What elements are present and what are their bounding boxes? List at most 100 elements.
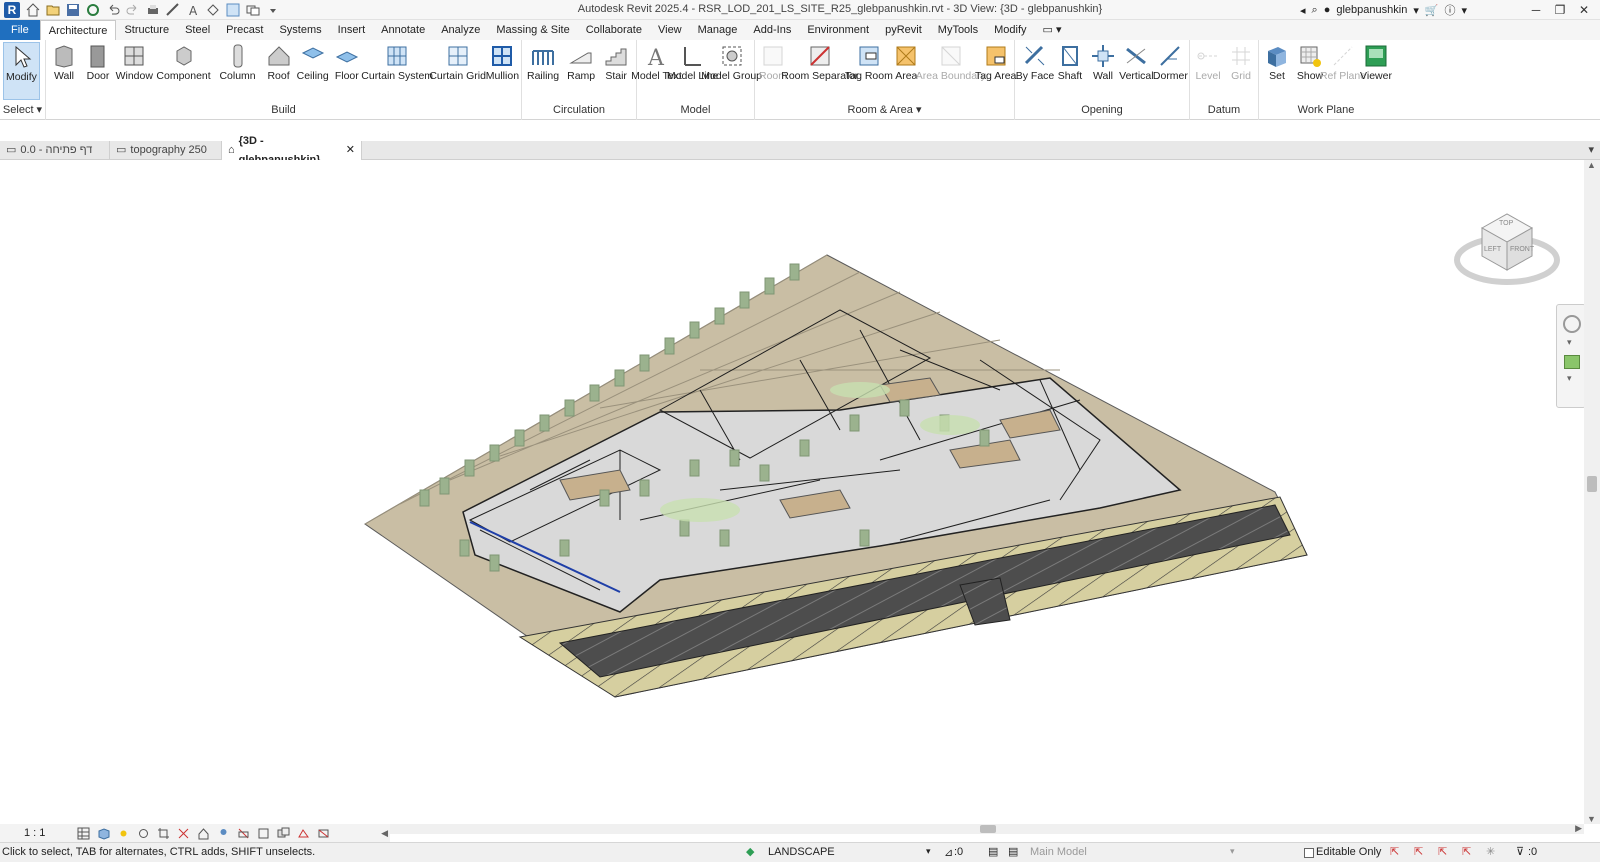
- roof-button[interactable]: Roof: [264, 42, 294, 100]
- level-button[interactable]: Level: [1193, 42, 1223, 100]
- vertical-scrollbar[interactable]: ▲ ▼: [1584, 160, 1600, 824]
- horizontal-scrollbar[interactable]: ▶: [390, 823, 1584, 834]
- user-icon[interactable]: ●: [1324, 4, 1331, 16]
- ramp-button[interactable]: Ramp: [565, 42, 597, 100]
- tab-architecture[interactable]: Architecture: [39, 20, 117, 40]
- ceiling-button[interactable]: Ceiling: [297, 42, 329, 100]
- minimize-icon[interactable]: ─: [1524, 0, 1548, 20]
- tab-environment[interactable]: Environment: [799, 20, 877, 40]
- view-tab-start-page[interactable]: ▭ דף פתיחה - 0.0: [0, 141, 110, 160]
- 3d-viewport[interactable]: TOP LEFT FRONT: [0, 160, 1584, 824]
- reveal-hidden-icon[interactable]: [235, 826, 251, 840]
- tab-manage[interactable]: Manage: [690, 20, 746, 40]
- select-by-face-icon[interactable]: ⇱: [1462, 845, 1471, 858]
- home-icon[interactable]: [24, 2, 41, 18]
- close-icon[interactable]: ✕: [1572, 0, 1596, 20]
- component-button[interactable]: Component: [156, 42, 212, 100]
- tab-view[interactable]: View: [650, 20, 690, 40]
- door-button[interactable]: Door: [83, 42, 113, 100]
- view-tab-3d[interactable]: ⌂{3D - glebpanushkin}✕: [222, 135, 362, 166]
- save-icon[interactable]: [64, 2, 81, 18]
- modify-button[interactable]: Modify: [3, 42, 40, 100]
- tab-pyrevit[interactable]: pyRevit: [877, 20, 930, 40]
- view-cube[interactable]: TOP LEFT FRONT: [1452, 200, 1562, 292]
- prev-arrow-icon[interactable]: ◂: [1300, 4, 1306, 17]
- ref-plane-button[interactable]: Ref Plane: [1320, 42, 1366, 100]
- view-tab-topography[interactable]: ▭ topography 250: [110, 141, 222, 160]
- tab-annotate[interactable]: Annotate: [373, 20, 433, 40]
- user-name[interactable]: glebpanushkin: [1336, 4, 1407, 16]
- curtain-system-button[interactable]: Curtain System: [361, 42, 433, 100]
- sync-icon[interactable]: [84, 2, 101, 18]
- viewer-button[interactable]: Viewer: [1360, 42, 1392, 100]
- binoculars-icon[interactable]: ⌕: [1312, 4, 1318, 17]
- drag-elements-icon[interactable]: ✳: [1486, 845, 1495, 858]
- select-links-icon[interactable]: ⇱: [1390, 845, 1399, 858]
- view-cube-front-label[interactable]: FRONT: [1510, 246, 1534, 253]
- steering-wheel-icon[interactable]: [1563, 315, 1581, 333]
- view-cube-left-label[interactable]: LEFT: [1484, 246, 1501, 253]
- sun-path-icon[interactable]: [115, 826, 131, 840]
- view-scale[interactable]: 1 : 1: [24, 827, 45, 839]
- editable-only-checkbox[interactable]: [1304, 848, 1314, 858]
- scroll-down-icon[interactable]: ▼: [1587, 814, 1596, 824]
- curtain-grid-button[interactable]: Curtain Grid: [429, 42, 486, 100]
- print-icon[interactable]: [144, 2, 161, 18]
- set-work-plane-button[interactable]: Set: [1262, 42, 1292, 100]
- workset-dropdown-icon[interactable]: ▾: [926, 846, 931, 857]
- tab-steel[interactable]: Steel: [177, 20, 218, 40]
- hscroll-left-icon[interactable]: ◀: [381, 828, 388, 839]
- vertical-opening-button[interactable]: Vertical: [1119, 42, 1154, 100]
- active-workset[interactable]: LANDSCAPE: [768, 846, 835, 858]
- revit-logo[interactable]: R: [4, 2, 20, 18]
- customize-qat-icon[interactable]: [264, 2, 281, 18]
- opening-by-face-button[interactable]: By Face: [1016, 42, 1054, 100]
- lock-view-icon[interactable]: [195, 826, 211, 840]
- zoom-dropdown-icon[interactable]: ▾: [1567, 373, 1572, 384]
- grid-button[interactable]: Grid: [1226, 42, 1256, 100]
- redo-icon[interactable]: [124, 2, 141, 18]
- hscroll-right-icon[interactable]: ▶: [1575, 823, 1582, 834]
- tab-file[interactable]: File: [0, 20, 40, 40]
- select-pinned-icon[interactable]: ⇱: [1438, 845, 1447, 858]
- floor-button[interactable]: Floor: [332, 42, 362, 100]
- scroll-up-icon[interactable]: ▲: [1587, 160, 1596, 170]
- shaft-button[interactable]: Shaft: [1055, 42, 1085, 100]
- temp-hide-icon[interactable]: [215, 826, 231, 840]
- text-icon[interactable]: A: [184, 2, 201, 18]
- column-button[interactable]: Column: [216, 42, 260, 100]
- tabs-dropdown-icon[interactable]: ▾: [1582, 141, 1600, 160]
- view-cube-top-label[interactable]: TOP: [1499, 220, 1513, 227]
- thin-lines-icon[interactable]: [224, 2, 241, 18]
- filter-icon[interactable]: ⊽: [1516, 845, 1524, 858]
- cart-icon[interactable]: 🛒: [1425, 4, 1439, 17]
- vertical-scroll-thumb[interactable]: [1587, 476, 1597, 492]
- selection-count-icon[interactable]: ⊿: [944, 846, 953, 859]
- room-separator-button[interactable]: Room Separator: [781, 42, 858, 100]
- stair-button[interactable]: Stair: [601, 42, 631, 100]
- horizontal-scroll-thumb[interactable]: [980, 825, 996, 833]
- group-room-area-label[interactable]: Room & Area ▾: [755, 103, 1014, 116]
- mullion-button[interactable]: Mullion: [486, 42, 519, 100]
- switch-windows-icon[interactable]: [244, 2, 261, 18]
- show-analytical-icon[interactable]: [295, 826, 311, 840]
- tab-analyze[interactable]: Analyze: [433, 20, 488, 40]
- shadows-icon[interactable]: [135, 826, 151, 840]
- main-model[interactable]: Main Model: [1030, 846, 1087, 858]
- visual-style-icon[interactable]: [95, 826, 111, 840]
- window-button[interactable]: Window: [116, 42, 153, 100]
- tab-add-ins[interactable]: Add-Ins: [745, 20, 799, 40]
- dormer-button[interactable]: Dormer: [1153, 42, 1188, 100]
- highlight-displacement-icon[interactable]: [315, 826, 331, 840]
- zoom-icon[interactable]: [1564, 355, 1580, 369]
- worksharing-display-icon[interactable]: [275, 826, 291, 840]
- railing-button[interactable]: Railing: [525, 42, 561, 100]
- design-options-icon[interactable]: ▤: [988, 845, 998, 858]
- tab-precast[interactable]: Precast: [218, 20, 271, 40]
- tab-insert[interactable]: Insert: [330, 20, 374, 40]
- help-icon[interactable]: ⓘ: [1445, 2, 1456, 18]
- measure-icon[interactable]: [164, 2, 181, 18]
- restore-icon[interactable]: ❐: [1548, 0, 1572, 20]
- navbar-dropdown-icon[interactable]: ▾: [1567, 337, 1572, 348]
- undo-icon[interactable]: [104, 2, 121, 18]
